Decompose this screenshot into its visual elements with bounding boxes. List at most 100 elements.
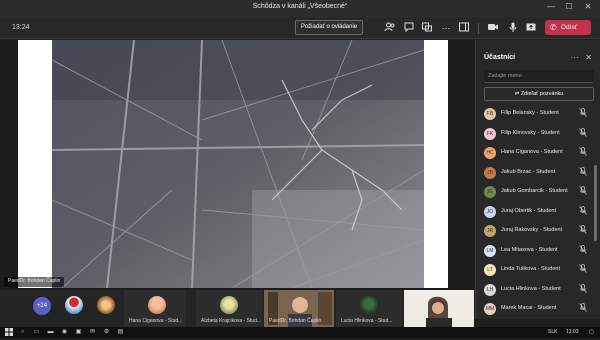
mic-muted-icon[interactable]	[579, 108, 587, 119]
store-icon[interactable]: ▤	[116, 328, 125, 337]
mic-muted-icon[interactable]	[579, 303, 587, 314]
video-tile[interactable]: Lucia Hlinkova - Stud...	[336, 290, 402, 327]
participant-name: Filip Belansky - Student	[501, 110, 559, 116]
video-feed	[404, 290, 474, 327]
participant-row[interactable]: JR Juraj Rakovsky - Student	[476, 222, 594, 241]
camera-icon[interactable]	[486, 21, 500, 35]
maximize-button[interactable]: ☐	[563, 2, 575, 11]
window-title: Schôdza v kanáli „Všeobecné“	[252, 3, 348, 10]
video-tile[interactable]: Alzbeta Krajcikova - Stud...	[196, 290, 262, 327]
nazca-lines-photo	[52, 40, 424, 288]
video-tile[interactable]: Hana Ciganova - Stud...	[124, 290, 186, 327]
notification-icon[interactable]: ▢	[589, 329, 594, 335]
participant-name: Juraj Rakovsky - Student	[501, 227, 563, 233]
more-options-icon[interactable]: ···	[439, 21, 453, 35]
toolbar-divider	[478, 23, 479, 34]
meeting-timer: 13:24	[12, 24, 30, 31]
avatar	[360, 296, 378, 314]
browser-icon[interactable]: ◉	[60, 328, 69, 337]
avatar: JR	[484, 225, 496, 237]
presenter-name-tag: PaedDr. Bohdan Čaplin	[4, 277, 65, 287]
participant-name: Jakub Brzac - Student	[501, 168, 556, 175]
tile-name: Alzbeta Krajcikova - Stud...	[201, 318, 262, 324]
mic-muted-icon[interactable]	[579, 264, 587, 275]
avatar: JG	[484, 186, 496, 198]
participant-row[interactable]: JB Jakub Brzac - Student	[476, 164, 594, 183]
participant-row[interactable]: LH Lucia Hlinkova - Student	[476, 281, 594, 300]
mic-muted-icon[interactable]	[579, 186, 587, 197]
teams-icon[interactable]: ▣	[74, 328, 83, 337]
keyboard-language[interactable]: SLK	[548, 329, 557, 335]
share-invite-button[interactable]: ⇌ Zdieľať pozvánku	[484, 87, 594, 101]
panel-header-actions: ··· ✕	[571, 53, 592, 62]
meeting-toolbar: 13:24 Požiadať o ovládanie ··· ✆ Odísť	[0, 17, 600, 39]
mic-muted-icon[interactable]	[579, 244, 587, 256]
avatar	[148, 296, 166, 314]
participant-row[interactable]: FK Filip Klinovsky - Student	[476, 125, 594, 144]
participant-row[interactable]: FB Filip Belansky - Student	[476, 105, 594, 124]
participants-icon[interactable]	[383, 21, 397, 35]
share-screen-icon[interactable]	[524, 21, 538, 35]
avatar: FB	[484, 108, 496, 120]
participants-panel: Účastníci ··· ✕ Zadajte meno ⇌ Zdieľať p…	[475, 40, 600, 319]
participant-name: Marek Macai - Student	[501, 305, 557, 311]
settings-icon[interactable]: ⚙	[102, 328, 111, 337]
close-window-button[interactable]: ✕	[582, 2, 594, 11]
mail-icon[interactable]: ✉	[88, 328, 97, 337]
participant-name: Lea Mitasova - Student	[501, 246, 558, 253]
tile-name: Hana Ciganova - Stud...	[129, 318, 183, 324]
participant-row[interactable]: JG Jakub Gombarcik - Student	[476, 183, 594, 202]
avatar[interactable]	[97, 296, 115, 314]
tile-name: Lucia Hlinkova - Stud...	[341, 318, 393, 324]
participant-search-input[interactable]: Zadajte meno	[484, 70, 594, 83]
breakout-icon[interactable]	[420, 21, 434, 35]
close-panel-icon[interactable]: ✕	[585, 53, 592, 62]
task-view-icon[interactable]: ▭	[32, 328, 41, 337]
avatar: LH	[484, 283, 496, 296]
share-icon: ⇌	[514, 91, 520, 97]
leave-label: Odísť	[561, 24, 578, 31]
more-options-icon[interactable]: ···	[571, 53, 579, 62]
chat-icon[interactable]	[402, 21, 416, 35]
participant-name: Hana Ciganova - Student	[501, 149, 563, 155]
avatar: LM	[484, 244, 496, 257]
avatar[interactable]	[65, 296, 83, 314]
search-icon[interactable]: ○	[18, 328, 27, 337]
share-invite-label: Zdieľať pozvánku	[520, 91, 564, 97]
avatar: HC	[484, 147, 496, 159]
participant-name: Linda Tulikova - Student	[501, 266, 561, 272]
mic-muted-icon[interactable]	[579, 166, 587, 178]
avatar: MM	[484, 303, 496, 315]
panel-scrollbar[interactable]	[594, 165, 597, 241]
sidebar-toggle-icon[interactable]	[457, 21, 471, 35]
panel-title: Účastníci	[484, 54, 516, 61]
participant-row[interactable]: JO Juraj Obertik - Student	[476, 203, 594, 222]
microphone-icon[interactable]	[506, 21, 520, 35]
file-explorer-icon[interactable]: ▬	[46, 328, 55, 337]
request-control-button[interactable]: Požiadať o ovládanie	[295, 20, 363, 35]
minimize-button[interactable]: —	[545, 2, 557, 11]
more-participants-badge[interactable]: +24	[33, 297, 51, 315]
participant-row[interactable]: HC Hana Ciganova - Student	[476, 144, 594, 163]
shared-content-stage: PaedDr. Bohdan Čaplin	[0, 40, 474, 290]
avatar: JB	[484, 166, 496, 179]
mic-muted-icon[interactable]	[579, 225, 587, 236]
video-tile[interactable]	[404, 290, 474, 327]
mic-muted-icon[interactable]	[579, 283, 587, 295]
mic-muted-icon[interactable]	[579, 147, 587, 158]
avatar: JO	[484, 205, 496, 218]
participant-row[interactable]: MM Marek Macai - Student	[476, 300, 594, 319]
taskbar-clock[interactable]: 13:03	[566, 329, 579, 335]
video-tile[interactable]: PaedDr. Bohdan Čaplin	[264, 290, 334, 327]
participant-row[interactable]: LT Linda Tulikova - Student	[476, 261, 594, 280]
participant-name: Lucia Hlinkova - Student	[501, 285, 561, 292]
participant-name: Jakub Gombarcik - Student	[501, 188, 568, 194]
mic-muted-icon[interactable]	[579, 127, 587, 139]
window-titlebar: Schôdza v kanáli „Všeobecné“ — ☐ ✕	[0, 0, 600, 17]
mic-muted-icon[interactable]	[579, 205, 587, 217]
participant-row[interactable]: LM Lea Mitasova - Student	[476, 242, 594, 261]
windows-taskbar: ○ ▭ ▬ ◉ ▣ ✉ ⚙ ▤ SLK 13:03 ▢	[0, 327, 600, 338]
leave-button[interactable]: ✆ Odísť	[545, 20, 591, 35]
windows-start-icon[interactable]	[4, 328, 13, 337]
participant-name: Juraj Obertik - Student	[501, 207, 557, 214]
